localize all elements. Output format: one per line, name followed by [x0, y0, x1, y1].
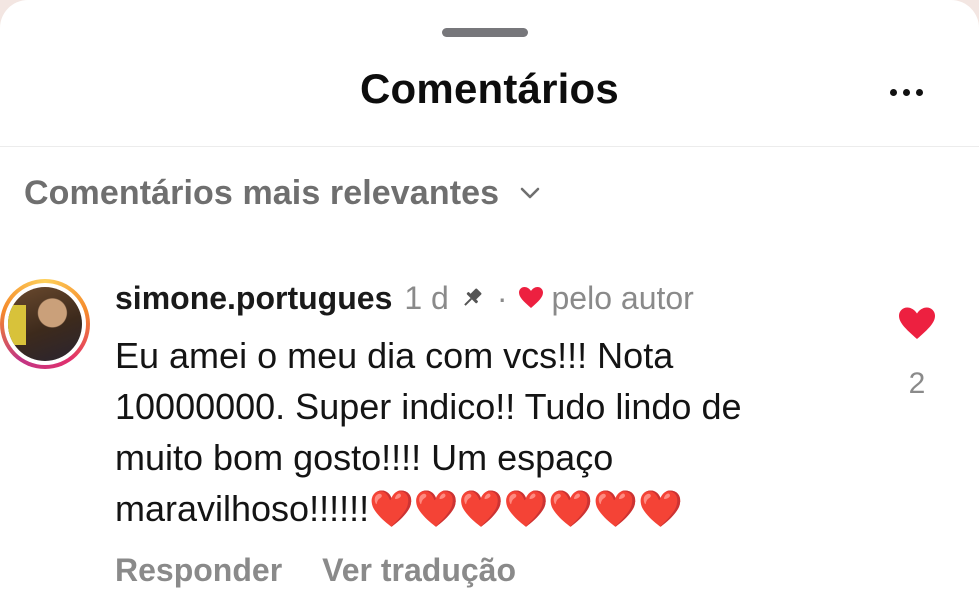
chevron-down-icon	[520, 187, 540, 199]
reply-button[interactable]: Responder	[115, 552, 282, 589]
pin-icon	[464, 288, 482, 306]
avatar-photo	[8, 287, 82, 361]
liked-by-author-label: pelo autor	[551, 279, 694, 316]
translate-button[interactable]: Ver tradução	[322, 552, 516, 589]
more-icon-dot	[902, 88, 910, 96]
heart-icon	[518, 287, 543, 308]
like-count: 2	[908, 367, 926, 400]
meta-separator: ·	[496, 279, 508, 316]
comment-actions: Responder Ver tradução	[115, 552, 835, 589]
comment-text: Eu amei o meu dia com vcs!!! Nota 100000…	[115, 335, 752, 529]
comment-time: 1 d	[404, 279, 449, 316]
comments-sheet: Comentários Comentários mais relevantes …	[0, 0, 979, 616]
heart-icon[interactable]	[897, 306, 937, 342]
sort-label: Comentários mais relevantes	[24, 173, 500, 212]
avatar[interactable]	[0, 279, 90, 369]
comment-meta: simone.portugues 1 d · pelo autor	[115, 276, 835, 320]
sort-dropdown[interactable]: Comentários mais relevantes	[24, 170, 541, 216]
sheet-header: Comentários	[0, 55, 979, 125]
comment-like: 2	[893, 306, 941, 401]
sheet-title: Comentários	[360, 65, 619, 112]
more-options-button[interactable]	[880, 77, 932, 107]
more-icon	[889, 88, 897, 96]
more-icon-dot	[915, 88, 923, 96]
header-divider	[0, 146, 979, 147]
sheet-grabber[interactable]	[442, 28, 528, 37]
comment-username[interactable]: simone.portugues	[115, 280, 392, 317]
avatar-photo-detail	[8, 305, 26, 345]
avatar-border	[4, 283, 86, 365]
comment-item: simone.portugues 1 d · pelo autor Eu ame…	[115, 276, 835, 589]
